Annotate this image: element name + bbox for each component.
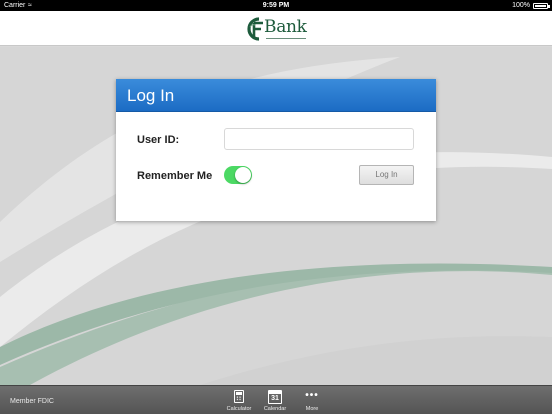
- login-title: Log In: [127, 86, 175, 105]
- logo-wordmark: Bank: [264, 17, 307, 37]
- calendar-icon: 31: [258, 389, 292, 405]
- tab-calendar-label: Calendar: [263, 406, 287, 412]
- user-id-label: User ID:: [137, 134, 180, 146]
- remember-me-label: Remember Me: [137, 170, 213, 182]
- tab-calculator-label: Calculator: [226, 406, 252, 412]
- logo-tagline-rule: [266, 38, 306, 39]
- battery-percent: 100%: [512, 2, 530, 9]
- app-header: Bank: [0, 11, 552, 46]
- user-id-input[interactable]: [224, 128, 414, 150]
- calendar-icon-day: 31: [271, 395, 279, 402]
- battery-icon: [533, 3, 548, 9]
- login-button[interactable]: Log In: [359, 165, 414, 185]
- tab-more-label: More: [305, 406, 319, 412]
- cf-logo-icon: [247, 17, 263, 41]
- bank-logo: Bank: [246, 16, 310, 44]
- login-card: Log In User ID: Remember Me Log In: [116, 79, 436, 221]
- remember-me-toggle[interactable]: [224, 166, 252, 184]
- member-fdic-label: Member FDIC: [10, 398, 54, 405]
- bottom-tab-bar: Member FDIC Calculator 31 Calendar ••• M…: [0, 385, 552, 414]
- more-icon: •••: [305, 390, 319, 401]
- status-bar: Carrier ≈ 9:59 PM 100%: [0, 0, 552, 11]
- battery-tip: [548, 5, 550, 8]
- tab-more[interactable]: ••• More: [295, 388, 329, 414]
- calculator-icon: [222, 389, 256, 405]
- toggle-knob: [235, 167, 251, 183]
- tab-calendar[interactable]: 31 Calendar: [258, 388, 292, 414]
- status-time: 9:59 PM: [262, 2, 290, 9]
- tab-calculator[interactable]: Calculator: [222, 388, 256, 414]
